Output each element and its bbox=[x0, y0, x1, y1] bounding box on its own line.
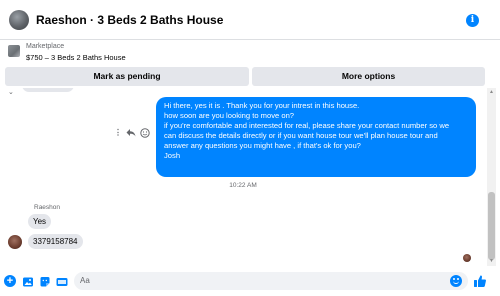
marketplace-listing[interactable]: Marketplace $750 – 3 Beds 2 Baths House bbox=[0, 41, 500, 67]
chevron-down-icon: ⌄ bbox=[8, 89, 14, 96]
scrollbar-thumb[interactable] bbox=[488, 192, 495, 260]
message-line: if you're comfortable and interested for… bbox=[164, 121, 450, 130]
message-composer: + Aa bbox=[0, 266, 500, 296]
sent-message-bubble[interactable]: Hi there, yes it is . Thank you for your… bbox=[156, 97, 476, 177]
sender-name: Raeshon bbox=[34, 204, 61, 211]
message-input[interactable]: Aa bbox=[74, 272, 468, 290]
reply-icon[interactable] bbox=[126, 128, 136, 139]
avatar[interactable] bbox=[9, 10, 29, 30]
react-icon[interactable] bbox=[140, 128, 150, 140]
scrollbar[interactable]: ▲ ▼ bbox=[487, 88, 496, 266]
plus-icon[interactable]: + bbox=[4, 275, 16, 287]
received-message-bubble[interactable]: 3379158784 bbox=[28, 234, 83, 249]
more-options-button[interactable]: More options bbox=[252, 67, 485, 86]
listing-thumbnail bbox=[8, 45, 20, 57]
message-timestamp: 10:22 AM bbox=[229, 182, 257, 189]
mark-as-pending-button[interactable]: Mark as pending bbox=[5, 67, 249, 86]
previous-message-bubble bbox=[22, 88, 74, 92]
conversation-header: Raeshon · 3 Beds 2 Baths House i bbox=[0, 0, 500, 40]
marketplace-label: Marketplace bbox=[26, 43, 65, 50]
emoji-icon[interactable] bbox=[450, 275, 462, 287]
more-dots-icon[interactable]: ⋮ bbox=[114, 128, 122, 137]
sender-avatar[interactable] bbox=[8, 235, 22, 249]
scroll-down-arrow-icon[interactable]: ▼ bbox=[489, 258, 494, 264]
message-line: Hi there, yes it is . Thank you for your… bbox=[164, 101, 360, 110]
message-line: answer any questions you might have , if… bbox=[164, 141, 361, 150]
received-message-bubble[interactable]: Yes bbox=[28, 214, 52, 229]
info-icon[interactable]: i bbox=[466, 14, 479, 27]
like-icon[interactable] bbox=[473, 274, 487, 288]
gif-icon[interactable] bbox=[56, 275, 68, 287]
message-line: can discuss the details directly or if y… bbox=[164, 131, 438, 140]
read-receipt-avatar bbox=[463, 254, 471, 262]
message-line: how soon are you looking to move on? bbox=[164, 111, 295, 120]
listing-title: $750 – 3 Beds 2 Baths House bbox=[26, 53, 126, 62]
scroll-up-arrow-icon[interactable]: ▲ bbox=[489, 89, 494, 95]
message-thread: ⌄ ⋮ Hi there, yes it is . Thank you for … bbox=[0, 88, 486, 266]
conversation-title[interactable]: Raeshon · 3 Beds 2 Baths House bbox=[36, 13, 223, 27]
message-line: Josh bbox=[164, 151, 181, 160]
sticker-icon[interactable] bbox=[39, 275, 51, 287]
photo-icon[interactable] bbox=[22, 275, 34, 287]
